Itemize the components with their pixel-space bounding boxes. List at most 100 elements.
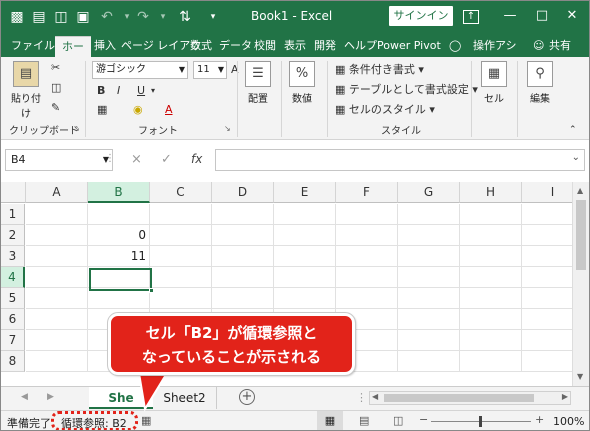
format-painter-icon[interactable]: ✎ <box>51 101 60 115</box>
tab-developer[interactable]: 開発 <box>312 36 338 57</box>
cell-g6[interactable] <box>398 309 460 330</box>
row-header-1[interactable]: 1 <box>1 204 25 225</box>
cell-a1[interactable] <box>26 204 88 225</box>
column-header-g[interactable]: G <box>398 182 460 203</box>
redo-icon[interactable]: ↷ <box>135 8 151 26</box>
vertical-scrollbar[interactable]: ▲ ▼ <box>572 182 589 386</box>
font-launcher-icon[interactable]: ↘ <box>224 124 231 133</box>
cell-styles-button[interactable]: ▦ セルのスタイル ▾ <box>335 103 435 117</box>
zoom-out-button[interactable]: − <box>419 413 428 426</box>
cell-g5[interactable] <box>398 288 460 309</box>
insert-function-icon[interactable]: fx <box>191 152 202 166</box>
column-header-c[interactable]: C <box>150 182 212 203</box>
scroll-up-icon[interactable]: ▲ <box>577 186 583 195</box>
column-header-a[interactable]: A <box>26 182 88 203</box>
tab-view[interactable]: 表示 <box>282 36 308 57</box>
cells-button[interactable]: ▦ セル <box>479 61 509 105</box>
clipboard-icon[interactable]: ▤ <box>31 8 47 26</box>
column-header-b[interactable]: B <box>88 182 150 203</box>
cell-b5[interactable] <box>88 288 150 309</box>
font-name-combo[interactable]: 游ゴシック ▼ <box>92 61 188 79</box>
cell-h3[interactable] <box>460 246 522 267</box>
cell-e5[interactable] <box>274 288 336 309</box>
cell-c4[interactable] <box>150 267 212 288</box>
zoom-slider-thumb[interactable] <box>479 416 482 427</box>
tab-file[interactable]: ファイル <box>9 36 57 57</box>
expand-formula-icon[interactable]: ⌄ <box>572 152 580 163</box>
cell-g4[interactable] <box>398 267 460 288</box>
sheet-tab-sheet2[interactable]: Sheet2 <box>153 387 217 409</box>
tab-data[interactable]: データ <box>217 36 254 57</box>
active-cell[interactable] <box>89 268 154 293</box>
cell-h4[interactable] <box>460 267 522 288</box>
underline-dropdown-icon[interactable]: ▾ <box>151 84 155 98</box>
cell-a6[interactable] <box>26 309 88 330</box>
number-button[interactable]: % 数値 <box>287 61 317 105</box>
format-as-table-button[interactable]: ▦ テーブルとして書式設定 ▾ <box>335 83 478 97</box>
cell-a5[interactable] <box>26 288 88 309</box>
editing-button[interactable]: ⚲ 編集 <box>525 61 555 105</box>
cut-icon[interactable]: ✂ <box>51 61 60 75</box>
cell-d1[interactable] <box>212 204 274 225</box>
tab-review[interactable]: 校閲 <box>252 36 278 57</box>
user-icon[interactable]: ☺ <box>531 36 546 57</box>
cell-h1[interactable] <box>460 204 522 225</box>
normal-view-icon[interactable]: ▦ <box>317 411 343 430</box>
cell-g3[interactable] <box>398 246 460 267</box>
enter-icon[interactable]: ✓ <box>161 152 172 167</box>
name-box[interactable]: B4 ▼ <box>5 149 113 171</box>
column-header-d[interactable]: D <box>212 182 274 203</box>
cell-h5[interactable] <box>460 288 522 309</box>
redo-dropdown-icon[interactable]: ▾ <box>155 8 171 26</box>
collapse-ribbon-icon[interactable]: ⌃ <box>569 123 577 137</box>
scroll-right-icon[interactable]: ▶ <box>562 392 568 401</box>
row-header-5[interactable]: 5 <box>1 288 25 309</box>
conditional-format-button[interactable]: ▦ 条件付き書式 ▾ <box>335 63 424 77</box>
row-header-4[interactable]: 4 <box>1 267 25 288</box>
cell-f5[interactable] <box>336 288 398 309</box>
cell-g7[interactable] <box>398 330 460 351</box>
cell-h8[interactable] <box>460 351 522 372</box>
signin-button[interactable]: サインイン <box>389 6 453 26</box>
tab-formulas[interactable]: 数式 <box>188 36 214 57</box>
italic-button[interactable]: I <box>117 84 120 98</box>
cell-f1[interactable] <box>336 204 398 225</box>
cell-f4[interactable] <box>336 267 398 288</box>
cell-d3[interactable] <box>212 246 274 267</box>
clipboard-launcher-icon[interactable]: ↘ <box>73 124 80 133</box>
tab-home[interactable]: ホーム <box>55 36 91 72</box>
cell-h7[interactable] <box>460 330 522 351</box>
customize-icon[interactable]: ▾ <box>205 8 221 26</box>
open-icon[interactable]: ◫ <box>53 8 69 26</box>
save-icon[interactable]: ▣ <box>75 8 91 26</box>
cell-a2[interactable] <box>26 225 88 246</box>
cell-a8[interactable] <box>26 351 88 372</box>
cell-a4[interactable] <box>26 267 88 288</box>
column-header-h[interactable]: H <box>460 182 522 203</box>
cell-c2[interactable] <box>150 225 212 246</box>
cell-d2[interactable] <box>212 225 274 246</box>
cell-g1[interactable] <box>398 204 460 225</box>
autosave-icon[interactable]: ▩ <box>9 8 25 26</box>
cell-e2[interactable] <box>274 225 336 246</box>
row-header-8[interactable]: 8 <box>1 351 25 372</box>
formula-input[interactable]: ⌄ <box>215 149 585 171</box>
borders-icon[interactable]: ▦ <box>97 103 107 117</box>
row-header-3[interactable]: 3 <box>1 246 25 267</box>
fill-handle[interactable] <box>149 288 154 293</box>
cell-b3[interactable]: 11 <box>88 246 150 267</box>
tab-insert[interactable]: 挿入 <box>92 36 118 57</box>
row-header-6[interactable]: 6 <box>1 309 25 330</box>
font-color-icon[interactable]: A <box>165 103 173 117</box>
scroll-down-icon[interactable]: ▼ <box>577 372 583 381</box>
ribbon-display-icon[interactable]: ↑ <box>463 10 479 24</box>
cell-a3[interactable] <box>26 246 88 267</box>
cell-c1[interactable] <box>150 204 212 225</box>
zoom-in-button[interactable]: + <box>535 413 544 426</box>
sheet-tab-sheet1[interactable]: She <box>89 387 153 409</box>
add-sheet-icon[interactable]: + <box>239 389 255 405</box>
font-size-combo[interactable]: 11 ▼ <box>193 61 227 79</box>
minimize-icon[interactable]: — <box>501 7 519 25</box>
lightbulb-icon[interactable]: ◯ <box>447 36 463 57</box>
cell-f3[interactable] <box>336 246 398 267</box>
